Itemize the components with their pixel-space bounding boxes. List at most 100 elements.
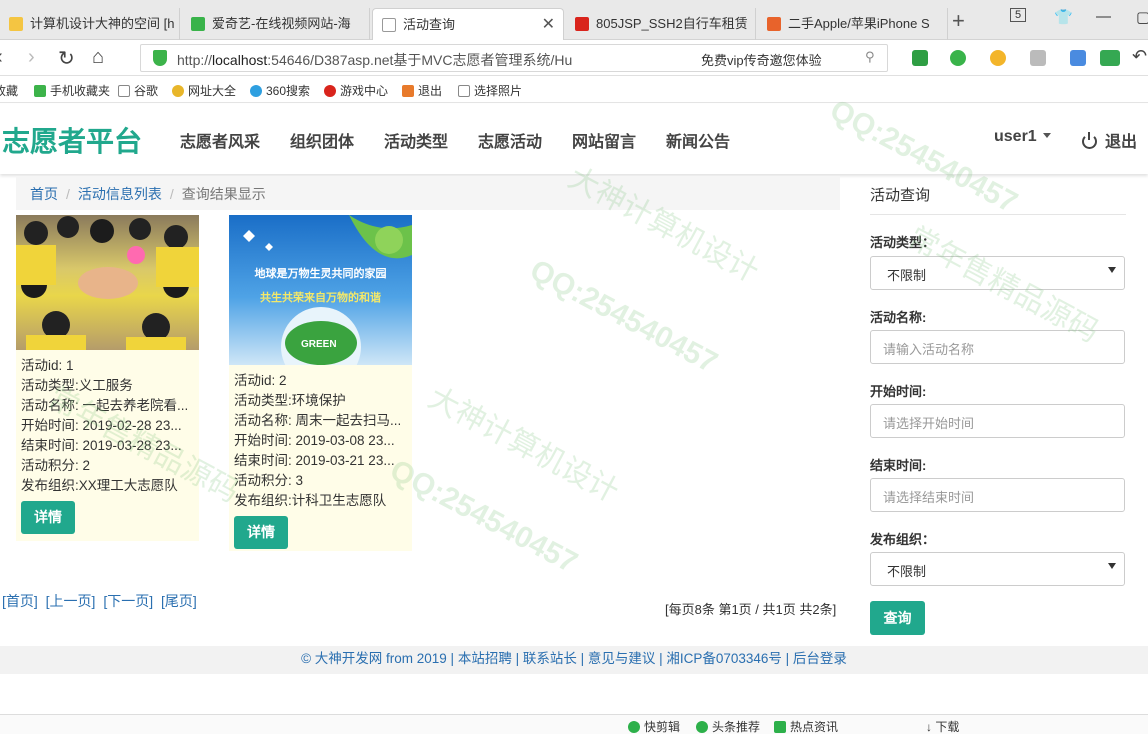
detail-button[interactable]: 详情 <box>234 516 288 549</box>
watermark: QQ:254540457 <box>384 453 583 580</box>
name-input[interactable]: 请输入活动名称 <box>870 330 1125 364</box>
status-item[interactable]: ↓ 下载 <box>926 718 959 735</box>
refresh-icon[interactable]: ↻ <box>58 46 75 71</box>
promo-text[interactable]: 免费vip传奇邀您体验 <box>701 50 822 69</box>
breadcrumb-list[interactable]: 活动信息列表 <box>78 186 162 202</box>
activity-photo[interactable] <box>16 215 199 350</box>
bookmark-item[interactable]: 网址大全 <box>172 82 236 99</box>
status-item[interactable]: 快剪辑 <box>628 718 680 735</box>
bookmark-item[interactable]: 退出 <box>402 82 442 99</box>
scissors-icon[interactable] <box>912 50 928 66</box>
browser-tab[interactable]: 二手Apple/苹果iPhone S <box>758 8 948 40</box>
search-sidebar: 活动查询 活动类型： 不限制 活动名称: 请输入活动名称 开始时间: 请选择开始… <box>870 176 1126 635</box>
coin-icon[interactable] <box>990 50 1006 66</box>
browser-tab-title: 二手Apple/苹果iPhone S <box>788 16 930 31</box>
browser-tab-title: 805JSP_SSH2自行车租赁 <box>596 16 748 31</box>
search-360-icon <box>250 85 262 97</box>
activity-points: 活动积分: 3 <box>234 473 304 488</box>
game-icon <box>324 85 336 97</box>
activity-end: 结束时间: 2019-03-28 23... <box>21 438 182 453</box>
pagination: [首页] [上一页] [下一页] [尾页] <box>2 591 201 611</box>
url-text[interactable]: http://localhost:54646/D387asp.net基于MVC志… <box>177 50 572 70</box>
end-label: 结束时间: <box>870 458 927 473</box>
home-icon[interactable]: ⌂ <box>92 46 104 69</box>
status-item[interactable]: 热点资讯 <box>774 718 838 735</box>
org-select[interactable]: 不限制 <box>870 552 1125 586</box>
end-time-input[interactable]: 请选择结束时间 <box>870 478 1125 512</box>
site-footer[interactable]: © 大神开发网 from 2019 | 本站招聘 | 联系站长 | 意见与建议 … <box>0 646 1148 674</box>
logout-button[interactable]: 退出 <box>1082 128 1137 152</box>
nav-item[interactable]: 新闻公告 <box>666 128 730 152</box>
bookmark-item[interactable]: 手机收藏夹 <box>34 82 110 99</box>
page-next-link[interactable]: [下一页] <box>103 593 153 609</box>
chevron-down-icon <box>1108 267 1116 273</box>
browser-tab[interactable]: 爱奇艺-在线视频网站-海 <box>182 8 370 40</box>
detail-button[interactable]: 详情 <box>21 501 75 534</box>
minimize-icon[interactable]: — <box>1096 8 1111 25</box>
activity-info: 活动id: 1 活动类型:义工服务 活动名称: 一起去养老院看... 开始时间:… <box>16 350 199 496</box>
page-first-link[interactable]: [首页] <box>2 593 38 609</box>
chevron-down-icon <box>1108 563 1116 569</box>
game-icon[interactable] <box>1030 50 1046 66</box>
translate-icon[interactable] <box>950 50 966 66</box>
activity-card: 地球是万物生灵共同的家园 共生共荣来自万物的和谐 GREEN 活动id: 2 活… <box>229 215 412 551</box>
start-time-input[interactable]: 请选择开始时间 <box>870 404 1125 438</box>
forward-icon[interactable]: › <box>28 46 35 69</box>
page-last-link[interactable]: [尾页] <box>161 593 197 609</box>
activity-id: 活动id: 2 <box>234 373 287 388</box>
user-menu[interactable]: user1 <box>994 128 1051 146</box>
activity-type: 活动类型:环境保护 <box>234 393 346 408</box>
nav-item[interactable]: 志愿者风采 <box>180 128 260 152</box>
bookmark-item[interactable]: 谷歌 <box>118 82 158 99</box>
close-icon[interactable]: ✕ <box>542 9 555 40</box>
breadcrumb: 首页 / 活动信息列表 / 查询结果显示 <box>16 176 840 210</box>
maximize-icon[interactable]: ▢ <box>1136 8 1148 26</box>
battery-icon[interactable] <box>1100 50 1120 66</box>
apps-icon[interactable] <box>1070 50 1086 66</box>
exit-icon <box>402 85 414 97</box>
nav-item[interactable]: 志愿活动 <box>478 128 542 152</box>
browser-tab[interactable]: 805JSP_SSH2自行车租赁 <box>566 8 756 40</box>
type-select[interactable]: 不限制 <box>870 256 1125 290</box>
activity-id: 活动id: 1 <box>21 358 74 373</box>
undo-icon[interactable]: ↶ <box>1132 46 1147 67</box>
activity-name: 活动名称: 周末一起去扫马... <box>234 413 402 428</box>
activity-org: 发布组织:XX理工大志愿队 <box>21 478 178 493</box>
url-field[interactable]: http://localhost:54646/D387asp.net基于MVC志… <box>140 44 888 72</box>
search-button[interactable]: 查询 <box>870 601 925 635</box>
back-icon[interactable]: ‹ <box>0 46 3 69</box>
site-header: 志愿者平台 志愿者风采 组织团体 活动类型 志愿活动 网站留言 新闻公告 use… <box>0 104 1148 174</box>
site-icon <box>575 17 589 31</box>
bookmark-favorites[interactable]: 收藏 <box>0 82 18 99</box>
bookmark-item[interactable]: 360搜索 <box>250 82 310 99</box>
nav-item[interactable]: 组织团体 <box>290 128 354 152</box>
site-icon <box>172 85 184 97</box>
browser-tab-title: 活动查询 <box>403 17 456 32</box>
shield-icon <box>153 50 167 66</box>
status-item[interactable]: 头条推荐 <box>696 718 760 735</box>
browser-tab[interactable]: 计算机设计大神的空间 [h <box>0 8 180 40</box>
watermark: QQ:254540457 <box>524 253 723 380</box>
bookmarks-bar: 收藏 手机收藏夹 谷歌 网址大全 360搜索 游戏中心 退出 选择照片 <box>0 77 1148 103</box>
new-tab-icon[interactable]: + <box>952 8 965 34</box>
breadcrumb-current: 查询结果显示 <box>181 186 266 202</box>
search-icon[interactable]: ⚲ <box>865 49 875 65</box>
play-icon <box>628 721 640 733</box>
activity-points: 活动积分: 2 <box>21 458 91 473</box>
bookmark-item[interactable]: 游戏中心 <box>324 82 388 99</box>
shirt-icon[interactable]: 👕 <box>1054 8 1073 26</box>
brand-logo[interactable]: 志愿者平台 <box>2 120 142 160</box>
browser-tab-active[interactable]: 活动查询 ✕ <box>372 8 564 40</box>
breadcrumb-home[interactable]: 首页 <box>30 186 58 202</box>
page-prev-link[interactable]: [上一页] <box>46 593 96 609</box>
nav-item[interactable]: 网站留言 <box>572 128 636 152</box>
activity-poster[interactable]: 地球是万物生灵共同的家园 共生共荣来自万物的和谐 GREEN <box>229 215 412 365</box>
site-icon <box>767 17 781 31</box>
bookmark-item[interactable]: 选择照片 <box>458 82 522 99</box>
tab-count-badge[interactable]: 5 <box>1010 8 1027 22</box>
org-label: 发布组织： <box>870 532 936 547</box>
power-icon <box>1082 132 1097 149</box>
activity-start: 开始时间: 2019-02-28 23... <box>21 418 182 433</box>
news-icon <box>774 721 786 733</box>
nav-item[interactable]: 活动类型 <box>384 128 448 152</box>
